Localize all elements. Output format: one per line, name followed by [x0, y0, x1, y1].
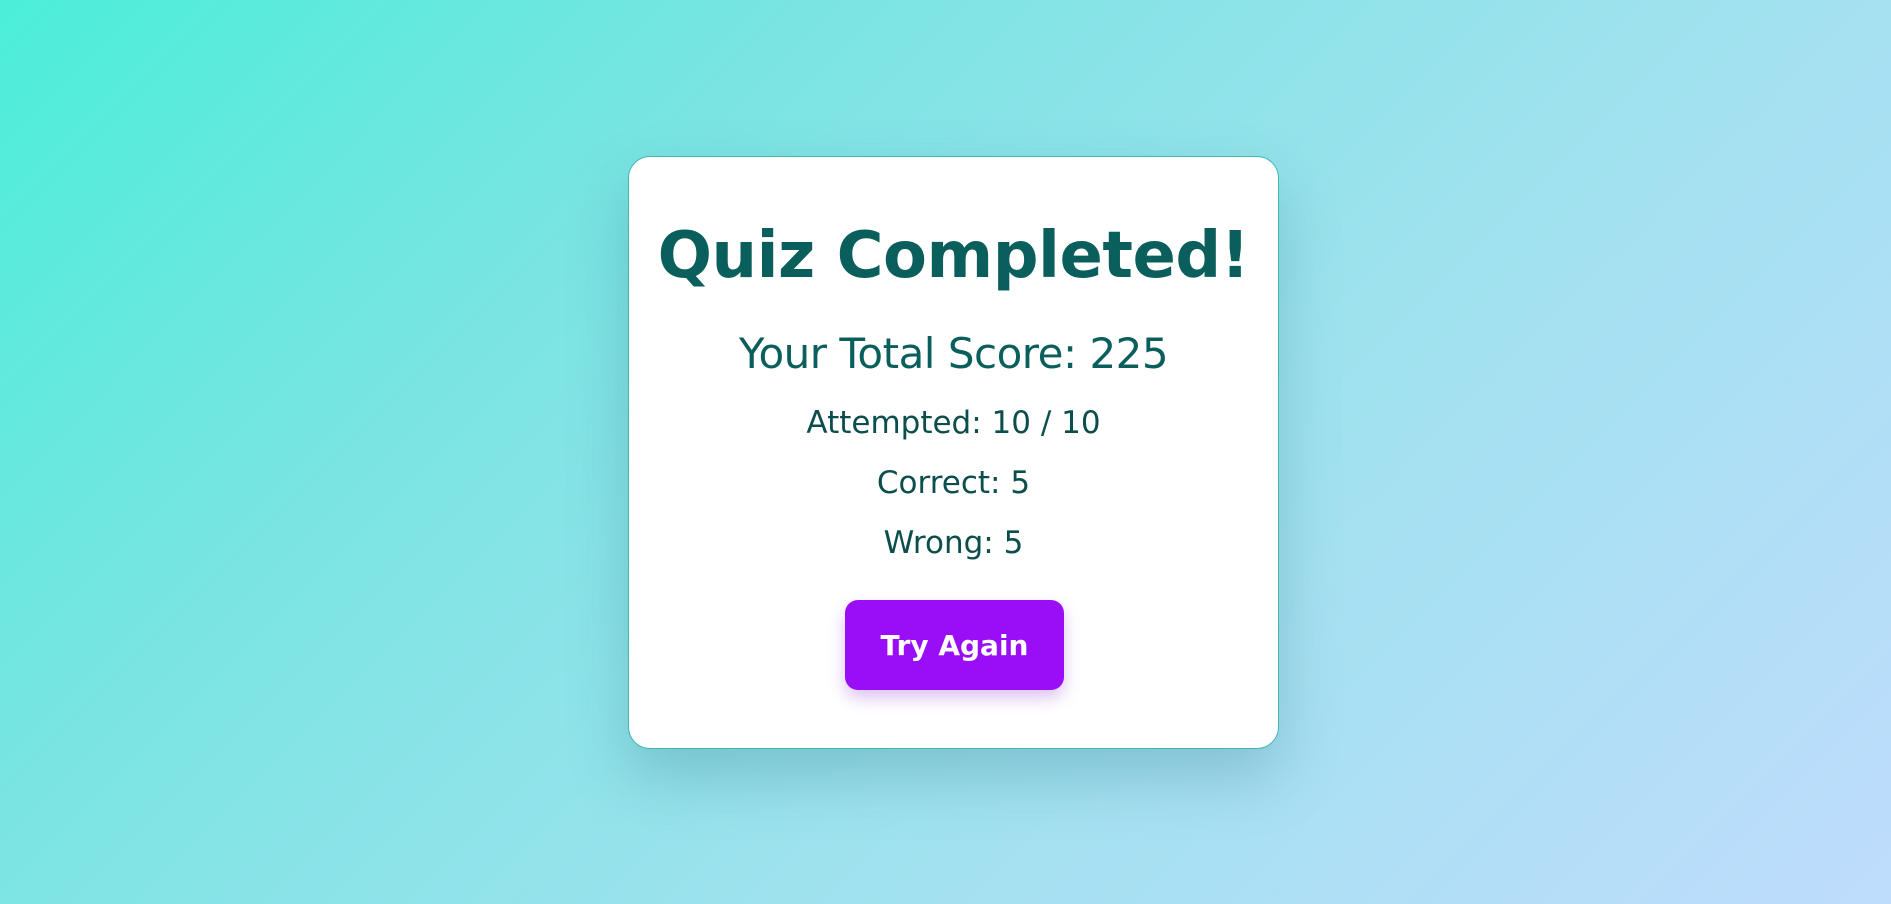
attempted-count: Attempted: 10 / 10 [806, 405, 1101, 441]
wrong-count: Wrong: 5 [883, 525, 1024, 561]
try-again-button[interactable]: Try Again [845, 600, 1064, 690]
total-score: Your Total Score: 225 [738, 329, 1169, 378]
correct-count: Correct: 5 [876, 465, 1031, 501]
result-card: Quiz Completed! Your Total Score: 225 At… [628, 156, 1279, 749]
page-title: Quiz Completed! [657, 219, 1250, 293]
